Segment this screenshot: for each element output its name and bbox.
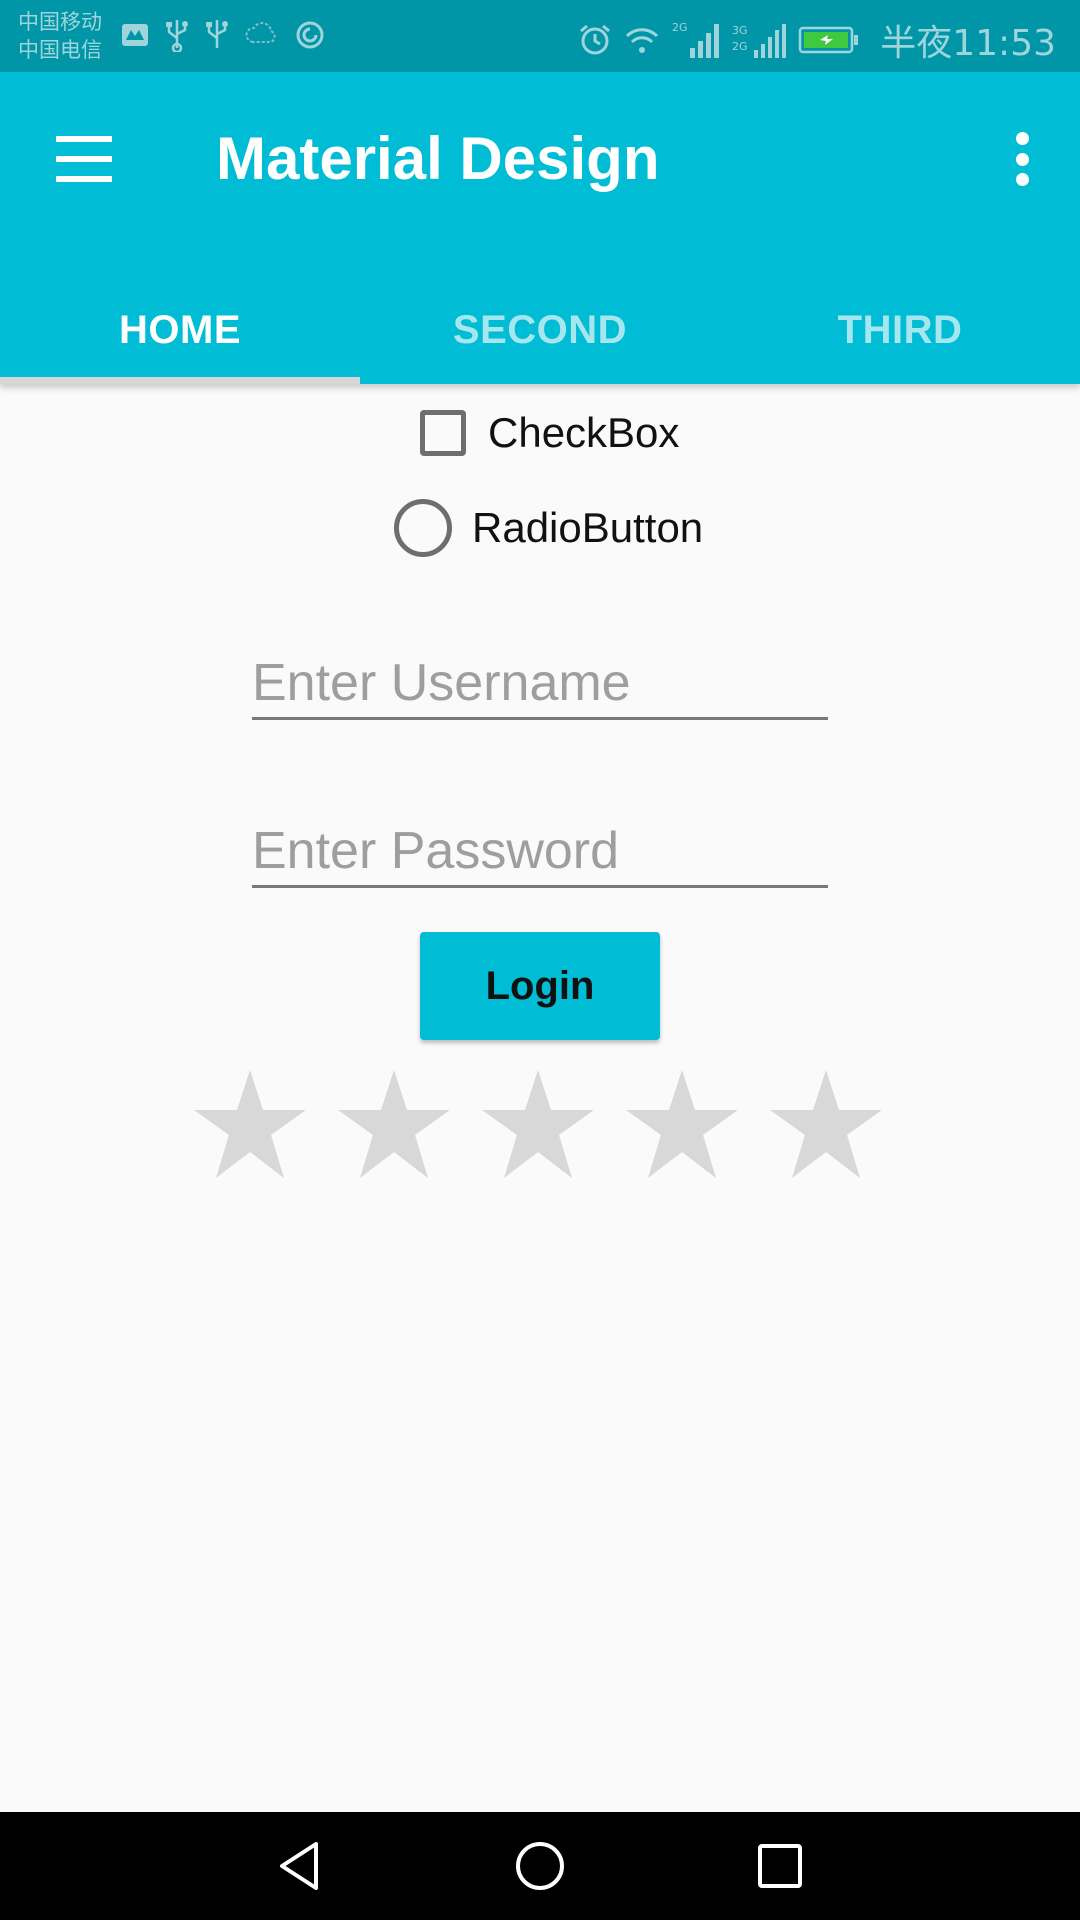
radio-label[interactable]: RadioButton: [472, 504, 703, 552]
app-bar: Material Design HOME SECOND THIRD: [0, 72, 1080, 384]
star-icon[interactable]: [766, 1066, 886, 1182]
star-icon[interactable]: [190, 1066, 310, 1182]
checkbox[interactable]: CheckBox: [420, 405, 679, 461]
status-clock: 半夜11:53: [880, 23, 1056, 64]
recents-icon[interactable]: [752, 1838, 808, 1894]
carrier-1-label: 中国移动: [18, 10, 102, 34]
sync-icon: [296, 21, 324, 49]
status-bar: 中国移动 中国电信 2G 3G 2G 半夜11:53: [0, 0, 1080, 72]
notification-icon: [122, 24, 148, 46]
password-input[interactable]: [252, 816, 828, 888]
tab-third[interactable]: THIRD: [720, 276, 1080, 384]
tab-bar: HOME SECOND THIRD: [0, 276, 1080, 384]
app-title: Material Design: [216, 125, 660, 192]
more-vert-icon[interactable]: [1012, 132, 1032, 186]
star-icon[interactable]: [478, 1066, 598, 1182]
radio-circle[interactable]: [394, 499, 452, 557]
signal-3g-icon: 3G 2G: [732, 24, 787, 58]
login-button[interactable]: Login: [420, 932, 660, 1040]
battery-charging-icon: [799, 26, 859, 54]
home-icon[interactable]: [512, 1838, 568, 1894]
username-input[interactable]: [252, 648, 828, 720]
hamburger-icon[interactable]: [56, 136, 112, 182]
tab-home[interactable]: HOME: [0, 276, 360, 384]
back-icon[interactable]: [272, 1838, 328, 1894]
carrier-info: 中国移动 中国电信: [18, 8, 102, 64]
wifi-icon: [626, 28, 659, 53]
rating-bar[interactable]: [190, 1066, 886, 1182]
tab-indicator: [0, 377, 360, 384]
signal-label: 2G: [672, 21, 688, 34]
checkbox-label[interactable]: CheckBox: [488, 409, 679, 457]
radio-button[interactable]: RadioButton: [394, 498, 703, 558]
carrier-2-label: 中国电信: [18, 38, 102, 62]
usb-icon: [166, 20, 188, 52]
star-icon[interactable]: [334, 1066, 454, 1182]
status-right-icons: 2G 3G 2G 半夜11:53: [578, 14, 1056, 66]
alarm-icon: [580, 24, 611, 55]
tab-second[interactable]: SECOND: [360, 276, 720, 384]
signal-label: 3G: [732, 24, 748, 37]
signal-2g-icon: 2G: [672, 21, 720, 58]
navigation-bar: [0, 1812, 1080, 1920]
status-left-icons: [120, 18, 326, 52]
checkbox-box[interactable]: [420, 410, 466, 456]
weather-icon: [245, 22, 276, 43]
signal-label: 2G: [732, 40, 748, 53]
star-icon[interactable]: [622, 1066, 742, 1182]
usb-icon: [206, 20, 228, 48]
